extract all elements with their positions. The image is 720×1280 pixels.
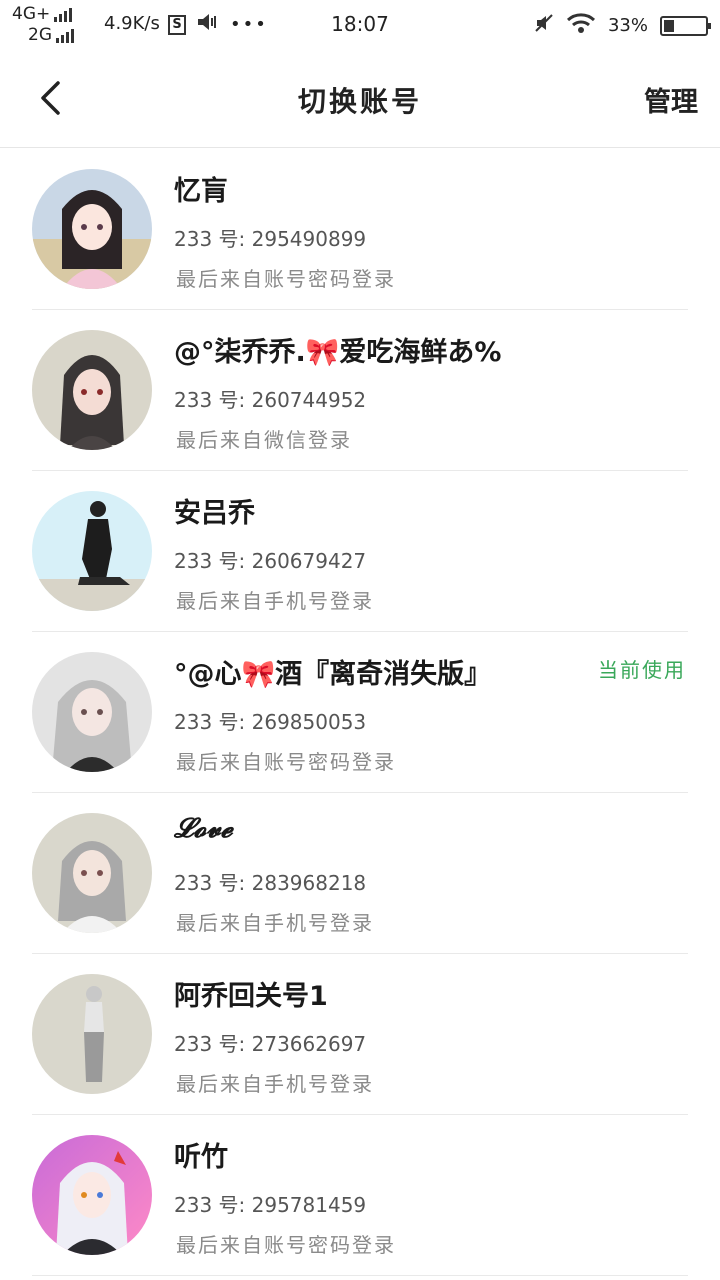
account-item[interactable]: @°柒乔乔.🎀爱吃海鲜あ% 233 号: 260744952 最后来自微信登录 bbox=[0, 310, 720, 471]
account-id: 233 号: 295490899 bbox=[174, 227, 367, 251]
avatar bbox=[32, 652, 152, 772]
mute-icon bbox=[534, 13, 554, 38]
divider bbox=[32, 1275, 688, 1276]
account-name: @°柒乔乔.🎀爱吃海鲜あ% bbox=[174, 337, 502, 368]
account-name: °@心🎀酒『离奇消失版』 bbox=[174, 659, 492, 690]
account-item[interactable]: 𝓛𝓸𝓿𝓮 233 号: 283968218 最后来自手机号登录 bbox=[0, 793, 720, 954]
last-login-method: 最后来自微信登录 bbox=[176, 428, 352, 452]
avatar bbox=[32, 491, 152, 611]
account-name: 听竹 bbox=[174, 1142, 228, 1173]
last-login-method: 最后来自手机号登录 bbox=[176, 589, 374, 613]
account-id: 233 号: 260679427 bbox=[174, 549, 367, 573]
wifi-icon bbox=[566, 12, 596, 39]
battery-icon bbox=[660, 15, 711, 36]
account-name: 安吕乔 bbox=[174, 498, 255, 529]
account-name: 忆肓 bbox=[174, 176, 228, 207]
status-bar: 4G+ 2G 4.9K/s S ••• 18:07 33% bbox=[0, 0, 720, 50]
account-name: 阿乔回关号1 bbox=[174, 981, 328, 1012]
avatar bbox=[32, 330, 152, 450]
account-item[interactable]: 听竹 233 号: 295781459 最后来自账号密码登录 bbox=[0, 1115, 720, 1276]
account-item[interactable]: 安吕乔 233 号: 260679427 最后来自手机号登录 bbox=[0, 471, 720, 632]
avatar bbox=[32, 974, 152, 1094]
manage-button[interactable]: 管理 bbox=[644, 80, 698, 119]
last-login-method: 最后来自账号密码登录 bbox=[176, 1233, 396, 1257]
account-item[interactable]: °@心🎀酒『离奇消失版』 233 号: 269850053 最后来自账号密码登录… bbox=[0, 632, 720, 793]
account-item[interactable]: 忆肓 233 号: 295490899 最后来自账号密码登录 bbox=[0, 149, 720, 310]
last-login-method: 最后来自账号密码登录 bbox=[176, 267, 396, 291]
account-id: 233 号: 269850053 bbox=[174, 710, 367, 734]
avatar bbox=[32, 1135, 152, 1255]
last-login-method: 最后来自手机号登录 bbox=[176, 1072, 374, 1096]
last-login-method: 最后来自手机号登录 bbox=[176, 911, 374, 935]
battery-percent: 33% bbox=[607, 15, 648, 36]
account-id: 233 号: 260744952 bbox=[174, 388, 367, 412]
current-account-badge: 当前使用 bbox=[598, 658, 686, 682]
avatar bbox=[32, 813, 152, 933]
account-list: 忆肓 233 号: 295490899 最后来自账号密码登录 @°柒乔乔.🎀爱吃… bbox=[0, 149, 720, 1276]
account-id: 233 号: 295781459 bbox=[174, 1193, 367, 1217]
account-name: 𝓛𝓸𝓿𝓮 bbox=[174, 813, 233, 844]
last-login-method: 最后来自账号密码登录 bbox=[176, 750, 396, 774]
account-id: 233 号: 283968218 bbox=[174, 871, 367, 895]
avatar bbox=[32, 169, 152, 289]
account-id: 233 号: 273662697 bbox=[174, 1032, 367, 1056]
account-item[interactable]: 阿乔回关号1 233 号: 273662697 最后来自手机号登录 bbox=[0, 954, 720, 1115]
app-header: 切换账号 管理 bbox=[0, 50, 720, 148]
page-title: 切换账号 bbox=[297, 85, 422, 118]
